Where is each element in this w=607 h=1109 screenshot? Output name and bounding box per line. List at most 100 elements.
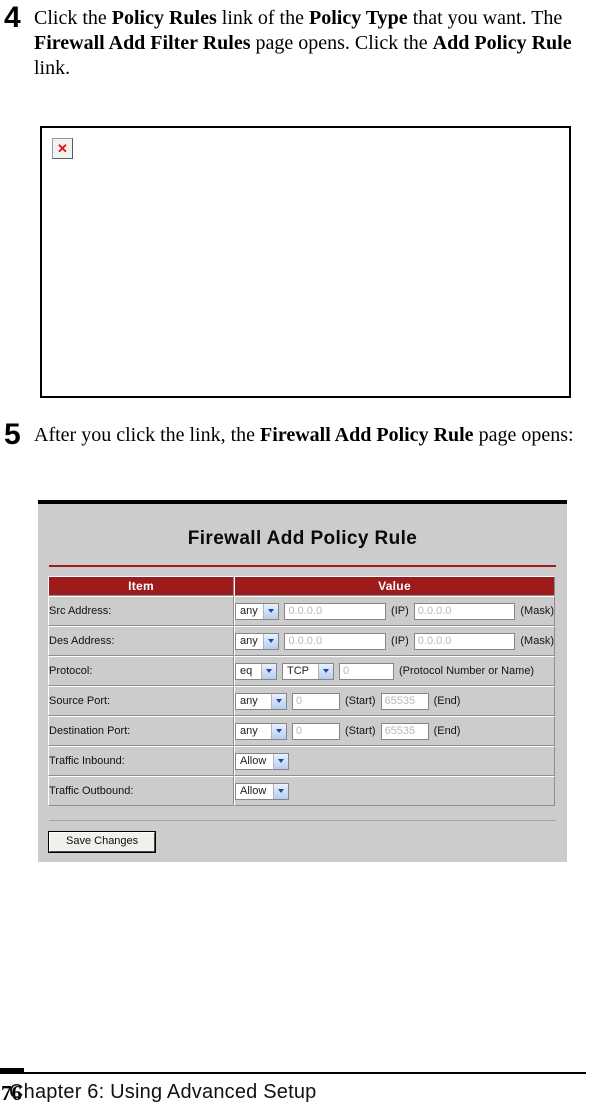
row-value-des-address: any 0.0.0.0 (IP) 0.0.0.0 (Mask) — [234, 626, 555, 656]
body-text: link of the — [216, 7, 309, 29]
source-port-start-input[interactable]: 0 — [292, 692, 340, 710]
broken-image-icon: ✕ — [52, 138, 73, 159]
emphasis-text: Firewall Add Filter Rules — [34, 32, 251, 54]
figure-placeholder-frame: ✕ — [40, 126, 571, 398]
chevron-down-icon — [273, 753, 288, 769]
protocol-unit: (Protocol Number or Name) — [399, 665, 535, 677]
source-port-start-unit: (Start) — [345, 695, 376, 707]
destination-port-start-input[interactable]: 0 — [292, 722, 340, 740]
row-value-destination-port: any 0 (Start) 65535 (End) — [234, 716, 555, 746]
chevron-down-icon — [273, 783, 288, 799]
step-5: 5 After you click the link, the Firewall… — [4, 418, 604, 451]
footer-chapter-label: Chapter 6: Using Advanced Setup — [9, 1081, 317, 1103]
protocol-name-select-label: TCP — [287, 664, 309, 677]
chevron-down-icon — [261, 663, 276, 679]
destination-port-start-unit: (Start) — [345, 725, 376, 737]
step-5-number: 5 — [4, 418, 21, 451]
row-value-protocol: eq TCP 0 (Protocol Number or Name) — [234, 656, 555, 686]
value-widgets: Allow — [235, 777, 554, 805]
chevron-down-icon — [271, 723, 286, 739]
step-4-text: Click the Policy Rules link of the Polic… — [34, 4, 592, 81]
protocol-name-select[interactable]: TCP — [282, 662, 334, 680]
traffic-inbound-action-select-label: Allow — [240, 754, 267, 767]
row-value-traffic-inbound: Allow — [234, 746, 555, 776]
des-address-mask-unit: (Mask) — [520, 635, 554, 647]
row-label-des-address: Des Address: — [48, 626, 234, 656]
table-row-wide: Traffic Outbound: Allow — [48, 776, 555, 806]
row-label-destination-port: Destination Port: — [48, 716, 234, 746]
source-port-end-unit: (End) — [433, 695, 461, 707]
body-text: link. — [34, 57, 71, 79]
traffic-outbound-action-select-label: Allow — [240, 784, 267, 797]
save-changes-button[interactable]: Save Changes — [47, 831, 157, 853]
body-text: that you want. The — [407, 7, 563, 29]
title-divider — [49, 565, 556, 567]
value-widgets: any 0 (Start) 65535 (End) — [235, 717, 554, 745]
body-text: page opens. Click the — [250, 32, 433, 54]
des-address-ip-unit: (IP) — [391, 635, 409, 647]
row-label-traffic-inbound: Traffic Inbound: — [48, 746, 234, 776]
source-port-scope-select-label: any — [240, 694, 258, 707]
destination-port-end-input[interactable]: 65535 — [380, 722, 429, 740]
table-row-wide: Traffic Inbound: Allow — [48, 746, 555, 776]
emphasis-text: Add Policy Rule — [432, 32, 572, 54]
chevron-down-icon — [271, 693, 286, 709]
src-address-ip-input[interactable]: 0.0.0.0 — [284, 602, 387, 620]
des-address-ip-input[interactable]: 0.0.0.0 — [284, 632, 387, 650]
row-value-src-address: any 0.0.0.0 (IP) 0.0.0.0 (Mask) — [234, 596, 555, 626]
destination-port-scope-select-label: any — [240, 724, 258, 737]
row-label-protocol: Protocol: — [48, 656, 234, 686]
protocol-operator-select[interactable]: eq — [235, 662, 277, 680]
protocol-number-input[interactable]: 0 — [339, 662, 394, 680]
protocol-operator-select-label: eq — [240, 664, 253, 677]
body-text: After you click the link, the — [34, 424, 261, 446]
value-widgets: eq TCP 0 (Protocol Number or Name) — [235, 657, 554, 685]
column-header-value: Value — [234, 576, 555, 596]
traffic-outbound-action-select[interactable]: Allow — [235, 782, 289, 800]
firewall-add-policy-rule-screenshot: Firewall Add Policy Rule Item Value Src … — [38, 500, 567, 862]
row-label-traffic-outbound: Traffic Outbound: — [48, 776, 234, 806]
destination-port-end-unit: (End) — [433, 725, 461, 737]
body-text: page opens: — [473, 424, 574, 446]
src-address-scope-select[interactable]: any — [235, 602, 280, 620]
chevron-down-icon — [318, 663, 333, 679]
row-label-source-port: Source Port: — [48, 686, 234, 716]
traffic-inbound-action-select[interactable]: Allow — [235, 752, 289, 770]
table-row: Des Address: any 0.0.0.0 (IP) 0.0.0.0 (Mask) — [48, 626, 555, 656]
column-header-item: Item — [48, 576, 234, 596]
form-divider — [49, 820, 556, 821]
table-header-row: Item Value — [48, 576, 555, 596]
src-address-scope-select-label: any — [240, 604, 258, 617]
des-address-scope-select-label: any — [240, 634, 258, 647]
src-address-mask-input[interactable]: 0.0.0.0 — [413, 602, 516, 620]
footer-divider — [0, 1072, 586, 1074]
emphasis-text: Policy Type — [308, 7, 408, 29]
row-label-src-address: Src Address: — [48, 596, 234, 626]
src-address-mask-unit: (Mask) — [520, 605, 554, 617]
policy-rule-table: Item Value Src Address: any 0.0.0.0 (IP) 0.0… — [48, 576, 555, 806]
value-widgets: any 0.0.0.0 (IP) 0.0.0.0 (Mask) — [235, 627, 554, 655]
source-port-end-input[interactable]: 65535 — [380, 692, 429, 710]
table-row: Source Port: any 0 (Start) 65535 (End) — [48, 686, 555, 716]
table-row: Protocol: eq TCP 0 (Protocol Number or Name) — [48, 656, 555, 686]
des-address-mask-input[interactable]: 0.0.0.0 — [413, 632, 516, 650]
page-title: Firewall Add Policy Rule — [187, 528, 418, 549]
src-address-ip-unit: (IP) — [391, 605, 409, 617]
des-address-scope-select[interactable]: any — [235, 632, 280, 650]
body-text: Click the — [34, 7, 112, 29]
chevron-down-icon — [263, 633, 279, 649]
row-value-traffic-outbound: Allow — [234, 776, 555, 806]
table-row: Src Address: any 0.0.0.0 (IP) 0.0.0.0 (Mask) — [48, 596, 555, 626]
emphasis-text: Firewall Add Policy Rule — [260, 424, 474, 446]
table-row: Destination Port: any 0 (Start) 65535 (End) — [48, 716, 555, 746]
value-widgets: any 0.0.0.0 (IP) 0.0.0.0 (Mask) — [235, 597, 554, 625]
row-value-source-port: any 0 (Start) 65535 (End) — [234, 686, 555, 716]
value-widgets: any 0 (Start) 65535 (End) — [235, 687, 554, 715]
emphasis-text: Policy Rules — [111, 7, 217, 29]
destination-port-scope-select[interactable]: any — [235, 722, 287, 740]
value-widgets: Allow — [235, 747, 554, 775]
step-5-text: After you click the link, the Firewall A… — [34, 421, 574, 448]
source-port-scope-select[interactable]: any — [235, 692, 287, 710]
step-4-number: 4 — [4, 1, 21, 34]
step-4: 4 Click the Policy Rules link of the Pol… — [4, 1, 604, 81]
